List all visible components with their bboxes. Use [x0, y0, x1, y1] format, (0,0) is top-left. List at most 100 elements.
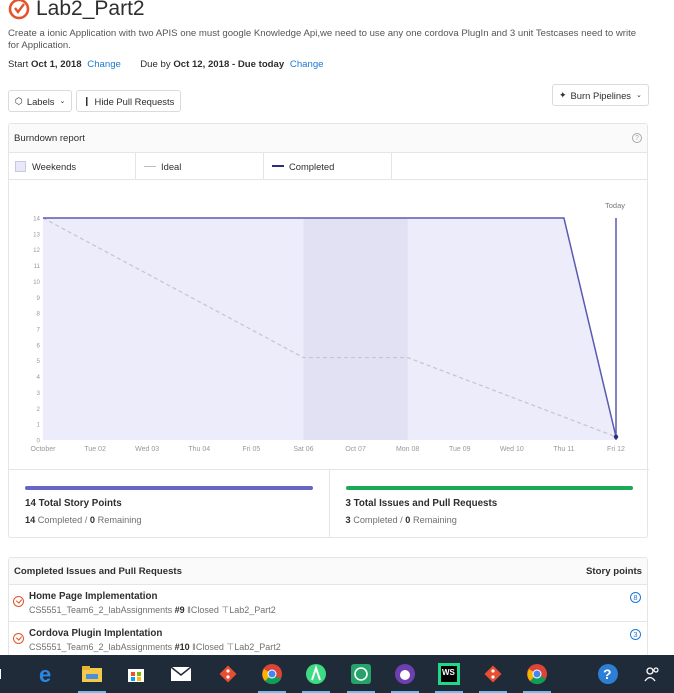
due-date: Oct 12, 2018 - Due today — [173, 59, 285, 70]
issue-repo: CS5551_Team6_2_labAssignments — [29, 642, 173, 652]
people-icon[interactable] — [638, 660, 666, 688]
y-tick-label: 3 — [37, 390, 41, 397]
issue-title[interactable]: Cordova Plugin Implentation — [29, 628, 162, 639]
x-tick-label: Thu 04 — [188, 446, 210, 453]
android-studio-icon[interactable] — [302, 660, 330, 693]
x-tick-label: Tue 02 — [84, 446, 106, 453]
change-start-link[interactable]: Change — [87, 59, 121, 70]
issue-meta: CS5551_Team6_2_labAssignments #10 ‖Close… — [29, 642, 281, 653]
chart-legend: Weekends Ideal Completed — [9, 153, 647, 180]
story-points-summary: 14 Completed / 0 Remaining — [25, 515, 142, 525]
list-item[interactable]: Cordova Plugin Implentation CS5551_Team6… — [9, 622, 647, 659]
issue-state: Closed — [195, 642, 224, 652]
issues-title: 3 Total Issues and Pull Requests — [345, 498, 498, 509]
weekends-swatch — [15, 160, 26, 172]
mail-icon[interactable] — [167, 660, 195, 688]
chevron-down-icon: ⌄ — [59, 98, 66, 105]
y-tick-label: 8 — [37, 311, 41, 318]
issue-meta: CS5551_Team6_2_labAssignments #9 ‖Closed… — [29, 605, 276, 616]
file-explorer-icon[interactable] — [78, 660, 106, 693]
x-tick-label: October — [31, 446, 57, 453]
pipeline-icon: ✦ — [559, 89, 567, 100]
burndown-chart-svg: 01234567891011121314October Tue 02 Wed 03 T… — [31, 201, 626, 453]
milestone-dates: Start Oct 1, 2018 Change Due by Oct 12, … — [8, 59, 324, 70]
svg-text:?: ? — [603, 666, 612, 682]
story-points-badge: 8 — [630, 592, 641, 603]
x-tick-label: Sat 06 — [293, 446, 313, 453]
issues-progress-bar — [345, 486, 633, 490]
y-tick-label: 9 — [37, 295, 41, 302]
chrome-icon[interactable] — [258, 660, 286, 693]
edge-icon[interactable]: e — [33, 660, 61, 688]
x-tick-label: Thu 11 — [553, 446, 574, 453]
git-icon[interactable] — [214, 660, 242, 688]
burndown-header: Burndown report ? — [9, 124, 647, 153]
completed-issues-title: Completed Issues and Pull Requests — [14, 565, 182, 577]
webstorm-icon[interactable]: WS — [435, 660, 463, 693]
start-date: Oct 1, 2018 — [30, 59, 82, 70]
completed-swatch — [272, 165, 284, 167]
hide-pull-requests-label: Hide Pull Requests — [94, 95, 175, 107]
x-tick-label: Tue 09 — [449, 446, 471, 453]
y-tick-label: 7 — [37, 327, 41, 334]
windows-taskbar: e WS ? — [0, 655, 674, 693]
story-points-header: Story points — [586, 565, 642, 577]
y-tick-label: 0 — [37, 438, 41, 445]
change-due-link[interactable]: Change — [290, 59, 324, 70]
issues-summary: 3 Completed / 0 Remaining — [345, 515, 457, 525]
completed-label: Completed — [37, 515, 83, 525]
list-item[interactable]: Home Page Implementation CS5551_Team6_2_… — [9, 585, 647, 622]
labels-button-label: Labels — [26, 95, 55, 107]
y-tick-label: 2 — [37, 406, 41, 413]
x-tick-label: Fri 05 — [242, 446, 260, 453]
legend-weekends-label: Weekends — [32, 160, 77, 172]
labels-button[interactable]: ⬡ Labels ⌄ — [8, 90, 73, 112]
legend-ideal-label: Ideal — [161, 160, 182, 172]
legend-completed[interactable]: Completed — [264, 153, 392, 179]
chrome-icon[interactable] — [523, 660, 551, 693]
help-icon[interactable]: ? — [594, 660, 622, 688]
issue-repo: CS5551_Team6_2_labAssignments — [29, 605, 173, 615]
story-points-badge: 3 — [630, 629, 641, 640]
issues-remaining: 0 — [405, 515, 411, 525]
whatsapp-icon[interactable] — [347, 660, 375, 693]
git-icon[interactable] — [479, 660, 507, 693]
chevron-down-icon: ⌄ — [636, 92, 642, 99]
y-tick-label: 10 — [33, 279, 40, 286]
legend-ideal[interactable]: Ideal — [136, 153, 264, 179]
story-points-stat: 14 Total Story Points 14 Completed / 0 R… — [9, 470, 329, 538]
y-tick-label: 1 — [37, 422, 41, 429]
ideal-swatch — [144, 165, 156, 167]
x-tick-label: Mon 08 — [396, 446, 419, 453]
y-tick-label: 12 — [33, 247, 40, 254]
story-points-completed: 14 — [25, 515, 36, 525]
milestone-title-row: Lab2_Part2 — [8, 0, 145, 22]
tag-icon: ⬡ — [15, 95, 23, 106]
y-tick-label: 5 — [37, 358, 41, 365]
issue-milestone: Lab2_Part2 — [234, 642, 281, 652]
burndown-report: Burndown report ? Weekends Ideal Complet… — [8, 123, 649, 538]
help-icon[interactable]: ? — [632, 133, 642, 143]
burndown-stats: 14 Total Story Points 14 Completed / 0 R… — [9, 469, 649, 538]
weekend-band — [303, 218, 408, 440]
issues-stat: 3 Total Issues and Pull Requests 3 Compl… — [328, 470, 650, 538]
legend-weekends[interactable]: Weekends — [9, 153, 136, 179]
remaining-label: Remaining — [97, 515, 142, 525]
completed-issues-header: Completed Issues and Pull Requests Story… — [9, 558, 647, 585]
y-tick-label: 14 — [33, 216, 40, 223]
task-view-icon[interactable] — [0, 660, 18, 688]
store-icon[interactable] — [122, 660, 150, 688]
story-points-title: 14 Total Story Points — [25, 498, 122, 509]
start-label: Start — [8, 59, 29, 70]
svg-text:WS: WS — [442, 668, 456, 677]
issue-number: #10 — [174, 642, 190, 652]
closed-issue-icon — [13, 633, 24, 644]
remaining-label: Remaining — [412, 515, 457, 525]
hide-pull-requests-button[interactable]: ❙ Hide Pull Requests — [76, 90, 182, 112]
page-title: Lab2_Part2 — [36, 0, 145, 20]
burn-pipelines-button[interactable]: ✦ Burn Pipelines ⌄ — [552, 84, 649, 106]
issue-title[interactable]: Home Page Implementation — [29, 591, 157, 602]
github-desktop-icon[interactable] — [391, 660, 419, 693]
completed-issues-panel: Completed Issues and Pull Requests Story… — [8, 557, 648, 659]
x-tick-label: Fri 12 — [607, 446, 625, 453]
